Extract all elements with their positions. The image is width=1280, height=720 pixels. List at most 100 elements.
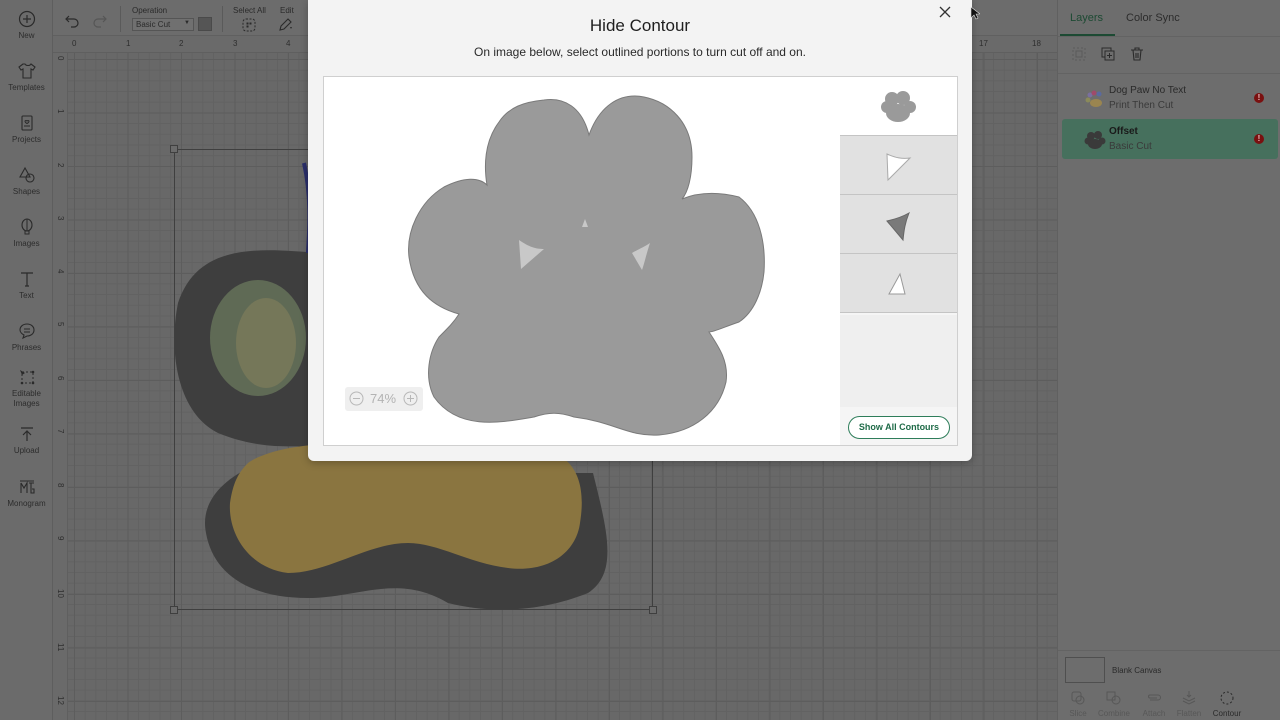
layer-item[interactable]: Dog Paw No Text Print Then Cut ! — [1062, 78, 1278, 118]
nav-upload[interactable]: Upload — [0, 425, 53, 456]
warning-icon[interactable]: ! — [1254, 93, 1264, 103]
edit-label: Edit — [280, 6, 294, 15]
editable-image-icon — [18, 368, 36, 386]
layer-name: Dog Paw No Text — [1109, 85, 1187, 96]
undo-button[interactable] — [64, 12, 80, 33]
chevron-down-icon: ▼ — [184, 20, 190, 26]
nav-templates[interactable]: Templates — [0, 62, 53, 93]
attach-icon — [1148, 694, 1161, 701]
blank-canvas-label: Blank Canvas — [1112, 666, 1162, 675]
resize-handle[interactable] — [649, 606, 657, 614]
tab-layers[interactable]: Layers — [1070, 12, 1103, 24]
edit-button[interactable] — [277, 17, 293, 38]
duplicate-button[interactable] — [1100, 46, 1116, 62]
resize-handle[interactable] — [170, 145, 178, 153]
contour-label: Contour — [1212, 709, 1242, 718]
project-card-icon — [18, 114, 36, 132]
redo-button[interactable] — [92, 12, 108, 33]
contour-icon — [1220, 691, 1234, 705]
triangle-contour-thumbnail — [886, 153, 912, 182]
text-T-icon — [18, 270, 36, 288]
zoom-out-button[interactable] — [349, 391, 364, 406]
nav-editable-images-label: Editable Images — [12, 389, 41, 408]
ruler-tick-label: 3 — [233, 39, 238, 48]
nav-text[interactable]: Text — [0, 270, 53, 301]
combine-icon — [1106, 691, 1121, 705]
close-button[interactable] — [937, 4, 953, 20]
nav-projects[interactable]: Projects — [0, 114, 53, 145]
minus-circle-icon — [349, 391, 364, 406]
attach-button[interactable]: Attach — [1134, 690, 1174, 718]
mouse-cursor-icon — [970, 6, 980, 20]
nav-images[interactable]: Images — [0, 218, 53, 249]
close-icon — [939, 6, 951, 18]
operation-color-swatch[interactable] — [198, 17, 212, 31]
contour-preview[interactable]: 74% — [323, 76, 841, 446]
contour-button[interactable]: Contour — [1207, 690, 1247, 718]
contour-outer-paw[interactable] — [408, 95, 765, 436]
paw-thumbnail — [1085, 90, 1102, 107]
ruler-tick-label: 1 — [56, 109, 65, 114]
select-all-label: Select All — [233, 6, 266, 15]
ruler-tick-label: 7 — [56, 429, 65, 434]
tab-color-sync[interactable]: Color Sync — [1126, 12, 1180, 24]
nav-editable-images[interactable]: Editable Images — [0, 368, 53, 409]
design-space: New Templates Projects Shapes Images Tex… — [0, 0, 1280, 720]
slice-label: Slice — [1069, 709, 1087, 718]
shapes-icon — [18, 166, 36, 184]
triangle-contour-thumbnail — [886, 211, 910, 242]
select-all-button[interactable] — [241, 17, 257, 38]
plus-circle-icon — [18, 10, 36, 28]
ruler-tick-label: 8 — [56, 483, 65, 488]
show-all-contours-button[interactable]: Show All Contours — [848, 416, 950, 439]
undo-icon — [65, 15, 79, 28]
layers-panel: Layers Color Sync Dog Paw No Text Print … — [1057, 0, 1280, 720]
nav-projects-label: Projects — [12, 135, 41, 144]
left-nav: New Templates Projects Shapes Images Tex… — [0, 0, 53, 720]
ruler-tick-label: 11 — [56, 643, 65, 652]
nav-shapes-label: Shapes — [12, 187, 41, 196]
nav-monogram[interactable]: Monogram — [0, 478, 53, 509]
warning-icon[interactable]: ! — [1254, 134, 1264, 144]
hide-contour-dialog: Hide Contour On image below, select outl… — [308, 0, 972, 461]
group-button[interactable] — [1071, 46, 1087, 62]
ruler-tick-label: 0 — [56, 56, 65, 61]
flatten-button[interactable]: Flatten — [1169, 690, 1209, 718]
dialog-instructions: On image below, select outlined portions… — [474, 45, 806, 59]
combine-label: Combine — [1097, 709, 1130, 718]
ruler-tick-label: 1 — [126, 39, 131, 48]
ruler-tick-label: 4 — [56, 269, 65, 274]
slice-button[interactable]: Slice — [1058, 690, 1098, 718]
blank-canvas-swatch[interactable] — [1065, 657, 1105, 683]
ruler-tick-label: 2 — [56, 163, 65, 168]
combine-button[interactable]: Combine — [1094, 690, 1134, 718]
nav-new[interactable]: New — [0, 10, 53, 41]
nav-templates-label: Templates — [8, 83, 45, 92]
nav-images-label: Images — [13, 239, 40, 248]
attach-label: Attach — [1142, 709, 1166, 718]
nav-new-label: New — [18, 31, 35, 40]
operation-value: Basic Cut — [136, 20, 171, 29]
nav-phrases[interactable]: Phrases — [0, 322, 53, 353]
ruler-tick-label: 10 — [56, 589, 65, 598]
ruler-tick-label: 17 — [979, 39, 988, 48]
operation-select[interactable]: Basic Cut ▼ — [132, 18, 194, 31]
contour-item-left-triangle[interactable] — [840, 136, 957, 195]
paw-contour-thumbnail — [881, 91, 916, 122]
zoom-in-button[interactable] — [403, 391, 418, 406]
ruler-tick-label: 0 — [72, 39, 77, 48]
nav-shapes[interactable]: Shapes — [0, 166, 53, 197]
redo-icon — [93, 15, 107, 28]
contour-item-top-triangle[interactable] — [840, 254, 957, 313]
trash-icon — [1131, 47, 1143, 61]
triangle-contour-thumbnail — [888, 272, 906, 295]
layer-item-selected[interactable]: Offset Basic Cut ! — [1062, 119, 1278, 159]
ruler-tick-label: 18 — [1032, 39, 1041, 48]
monogram-icon — [18, 478, 36, 496]
delete-button[interactable] — [1129, 46, 1145, 62]
contour-item-outer-paw[interactable] — [840, 77, 957, 136]
contour-item-right-triangle[interactable] — [840, 195, 957, 254]
resize-handle[interactable] — [170, 606, 178, 614]
contour-list-empty-area — [840, 315, 957, 407]
layer-operation: Basic Cut — [1109, 141, 1152, 152]
